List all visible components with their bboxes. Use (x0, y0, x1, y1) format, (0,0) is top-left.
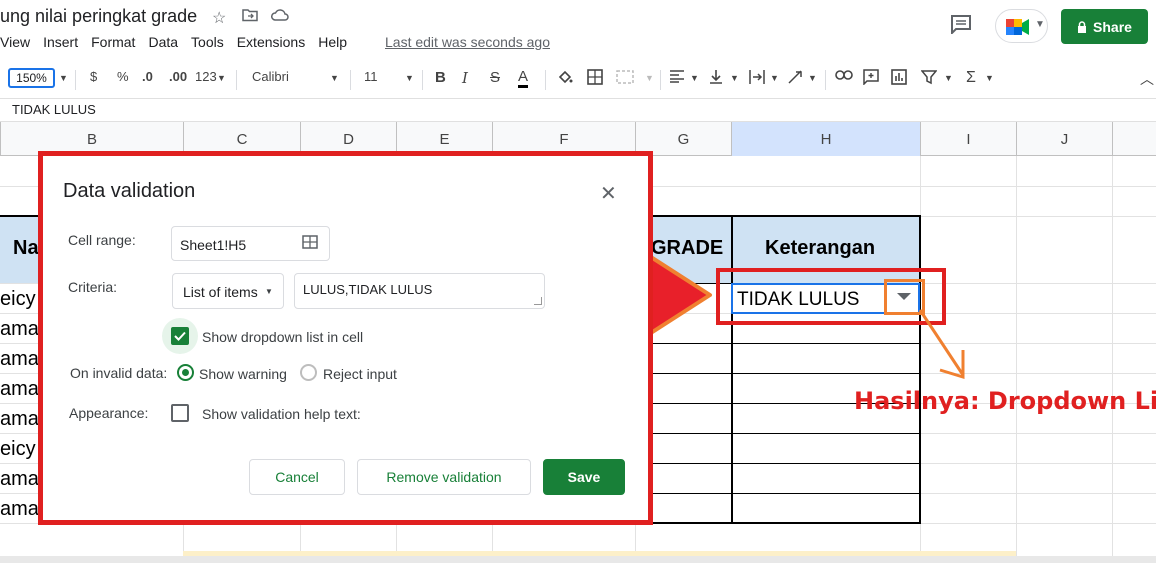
name-cell[interactable]: ama (0, 468, 39, 491)
cloud-status-icon[interactable] (271, 8, 289, 27)
chevron-down-icon: ▼ (265, 287, 273, 296)
percent-button[interactable]: % (117, 69, 129, 84)
italic-button[interactable]: I (462, 69, 468, 87)
decrease-decimal-button[interactable]: .0 (142, 69, 153, 84)
show-warning-label: Show warning (199, 366, 287, 382)
currency-button[interactable]: $ (90, 69, 97, 84)
menu-bar: View Insert Format Data Tools Extensions… (0, 34, 360, 52)
move-folder-icon[interactable] (242, 8, 258, 27)
chevron-down-icon: ▼ (730, 73, 739, 83)
show-dropdown-label: Show dropdown list in cell (202, 329, 364, 345)
filter-icon[interactable] (920, 69, 938, 88)
chevron-down-icon: ▼ (690, 73, 699, 83)
vertical-align-icon[interactable] (709, 69, 723, 88)
chevron-down-icon: ▼ (944, 73, 953, 83)
cell-range-value: Sheet1!H5 (180, 237, 247, 253)
menu-view[interactable]: View (0, 34, 30, 52)
chevron-down-icon: ▼ (217, 73, 226, 83)
menu-tools[interactable]: Tools (191, 34, 224, 52)
column-header-j[interactable]: J (1016, 122, 1112, 156)
more-formats-button[interactable]: 123 (195, 69, 217, 84)
share-label: Share (1093, 18, 1132, 35)
grid-select-icon[interactable] (302, 235, 318, 254)
fill-color-icon[interactable] (557, 69, 573, 88)
save-button[interactable]: Save (543, 459, 625, 495)
resize-handle-icon[interactable] (534, 297, 542, 305)
lock-icon (1078, 20, 1087, 33)
name-cell[interactable]: ama (0, 348, 39, 371)
comment-history-icon[interactable] (950, 14, 974, 36)
header-cell-keterangan: Keterangan (765, 237, 876, 259)
dialog-title: Data validation (63, 180, 196, 202)
name-cell[interactable]: ama (0, 318, 39, 341)
collapse-toolbar-icon[interactable]: ︿ (1140, 69, 1154, 89)
chevron-down-icon: ▼ (405, 73, 414, 83)
formula-bar-value: TIDAK LULUS (12, 102, 96, 117)
pointer-arrow-icon (918, 309, 965, 380)
chevron-down-icon: ▼ (770, 73, 779, 83)
insert-comment-icon[interactable] (863, 69, 879, 88)
text-wrap-icon[interactable] (748, 69, 766, 88)
name-cell[interactable]: eicy (0, 288, 36, 311)
show-dropdown-checkbox[interactable] (171, 327, 189, 345)
merge-cells-icon[interactable] (616, 69, 634, 88)
column-header-i[interactable]: I (920, 122, 1016, 156)
chevron-down-icon: ▼ (808, 73, 817, 83)
meet-icon (1006, 19, 1029, 35)
document-title[interactable]: ung nilai peringkat grade (0, 6, 197, 27)
help-text-checkbox[interactable] (171, 404, 189, 422)
menu-format[interactable]: Format (91, 34, 135, 52)
insert-chart-icon[interactable] (891, 69, 907, 88)
chevron-down-icon: ▼ (1035, 19, 1045, 30)
header-cell-name: Na (13, 237, 39, 259)
bold-button[interactable]: B (435, 69, 446, 86)
last-edit-link[interactable]: Last edit was seconds ago (385, 34, 550, 50)
name-cell[interactable]: ama (0, 378, 39, 401)
remove-validation-button[interactable]: Remove validation (357, 459, 531, 495)
reject-input-label: Reject input (323, 366, 397, 382)
menu-data[interactable]: Data (148, 34, 178, 52)
column-header-h[interactable]: H (731, 122, 920, 156)
help-text-label: Show validation help text: (202, 406, 361, 422)
chevron-down-icon: ▼ (330, 73, 339, 83)
bottom-scrollbar[interactable] (0, 556, 1156, 563)
strikethrough-button[interactable]: S (490, 69, 500, 86)
criteria-type-value: List of items (183, 284, 258, 300)
chevron-down-icon: ▼ (645, 73, 654, 83)
cell-range-label: Cell range: (68, 232, 136, 248)
font-size-select[interactable]: 11 (364, 69, 378, 84)
menu-help[interactable]: Help (318, 34, 347, 52)
font-select[interactable]: Calibri (252, 69, 289, 84)
text-color-button[interactable]: A (518, 69, 529, 88)
criteria-items-value: LULUS,TIDAK LULUS (303, 282, 433, 297)
appearance-label: Appearance: (69, 405, 149, 421)
star-icon[interactable]: ☆ (212, 8, 226, 28)
chevron-down-icon: ▼ (985, 73, 994, 83)
cancel-button[interactable]: Cancel (249, 459, 345, 495)
menu-extensions[interactable]: Extensions (237, 34, 305, 52)
menu-insert[interactable]: Insert (43, 34, 78, 52)
name-cell[interactable]: ama (0, 408, 39, 431)
zoom-chevron-icon[interactable]: ▼ (59, 73, 68, 83)
name-cell[interactable]: eicy (0, 438, 36, 461)
reject-input-radio[interactable] (300, 364, 317, 381)
close-icon[interactable]: ✕ (600, 181, 617, 206)
functions-icon[interactable]: Σ (966, 69, 976, 87)
annotation-text: Hasilnya: Dropdown List (854, 387, 1156, 415)
text-rotation-icon[interactable] (787, 69, 805, 88)
horizontal-align-icon[interactable] (669, 69, 685, 86)
invalid-data-label: On invalid data: (70, 365, 168, 381)
formula-bar[interactable] (0, 98, 1156, 122)
share-button[interactable]: Share (1061, 9, 1148, 44)
insert-link-icon[interactable] (835, 69, 853, 84)
increase-decimal-button[interactable]: .00 (169, 69, 187, 84)
show-warning-radio[interactable] (177, 364, 194, 381)
criteria-label: Criteria: (68, 279, 118, 295)
zoom-select[interactable]: 150% (8, 68, 55, 88)
borders-icon[interactable] (587, 69, 603, 88)
name-cell[interactable]: ama (0, 498, 39, 521)
meet-button[interactable]: ▼ (995, 9, 1048, 43)
